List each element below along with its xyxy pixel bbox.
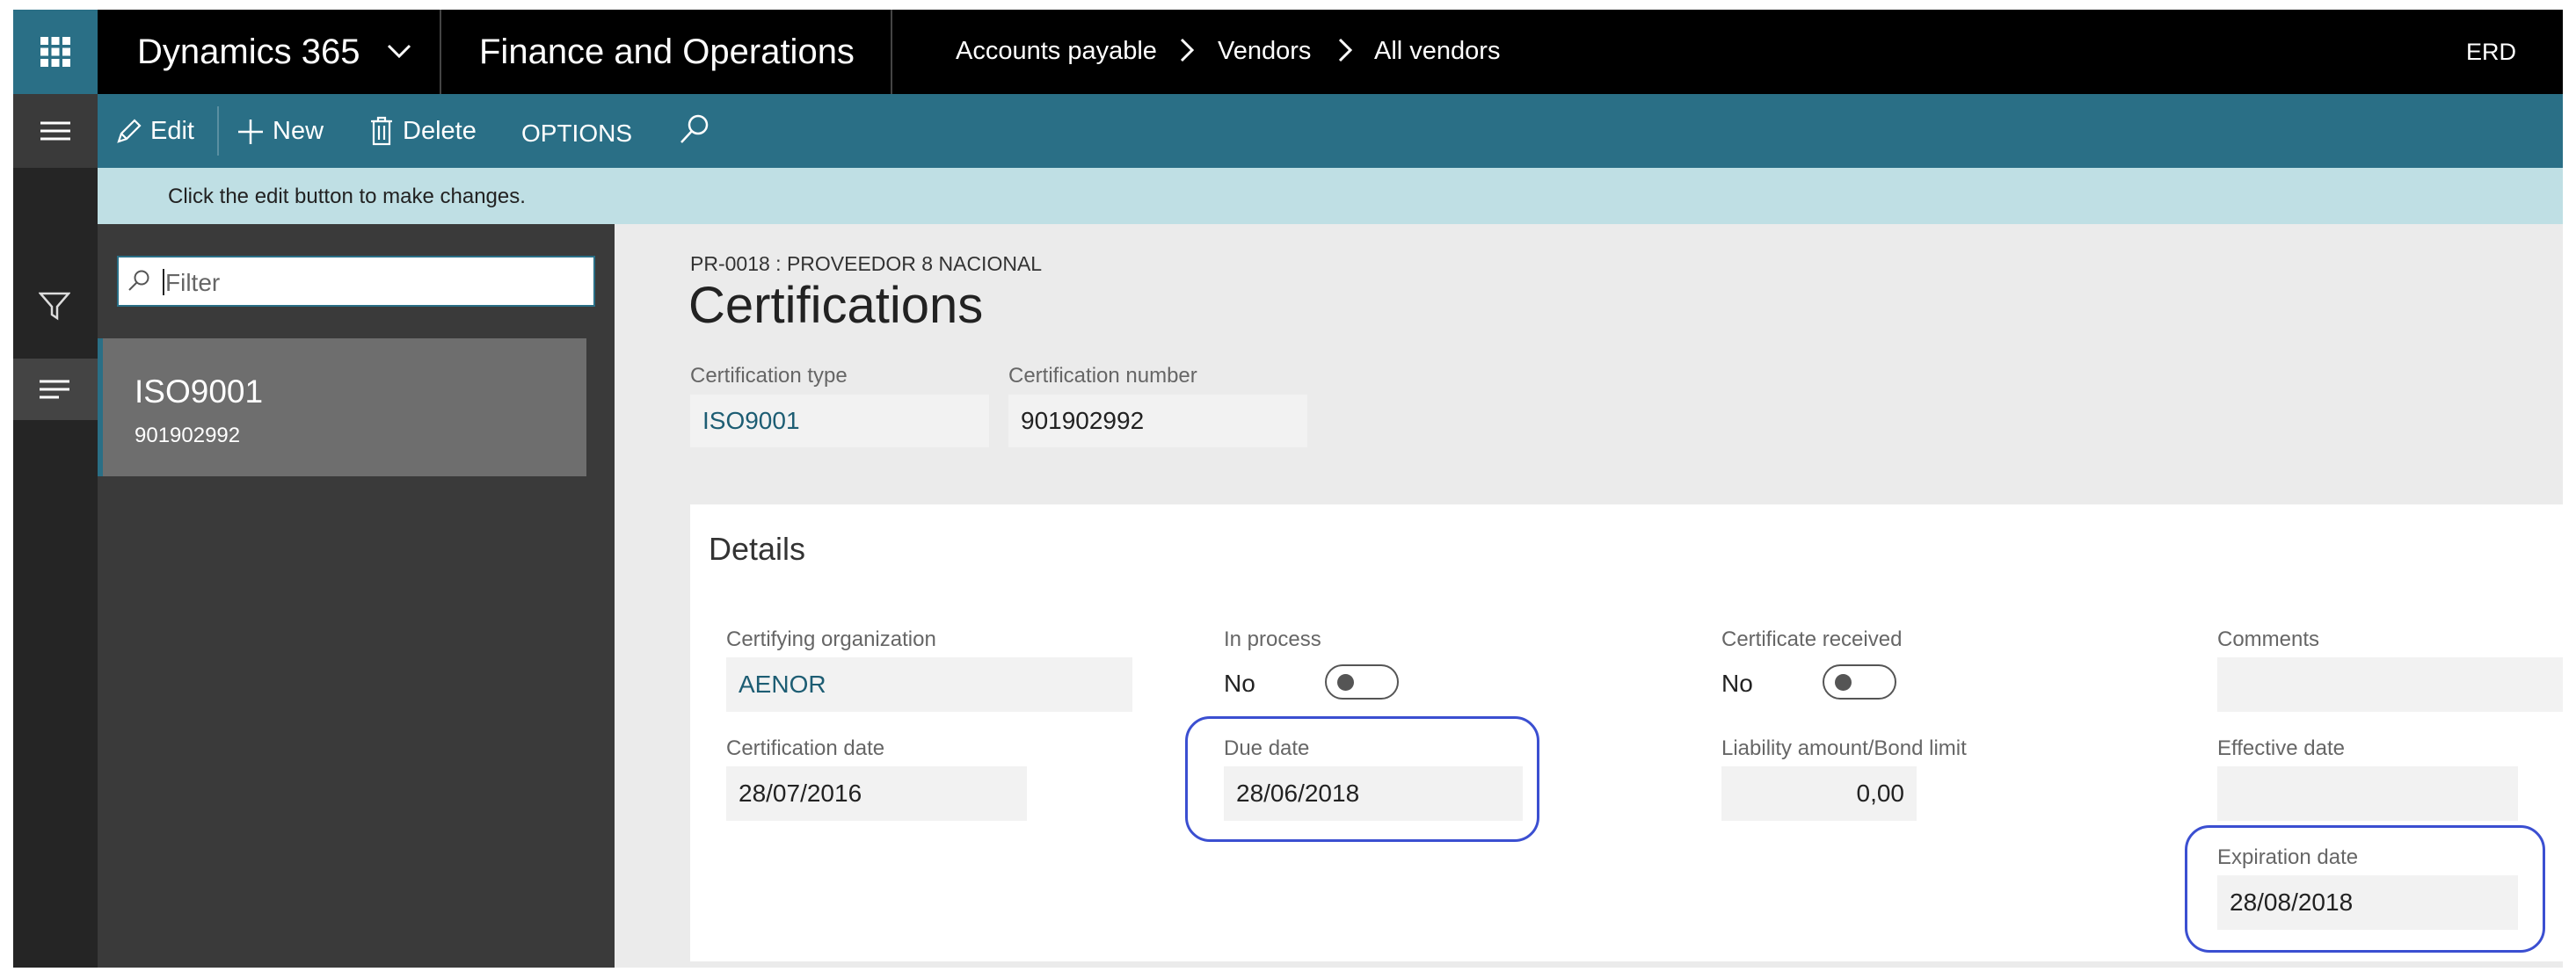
options-tab[interactable]: OPTIONS <box>521 120 632 148</box>
comments-label: Comments <box>2217 627 2320 651</box>
product-switcher[interactable]: Dynamics 365 <box>137 10 427 94</box>
expiration-date-field[interactable]: 28/08/2018 <box>2217 875 2518 930</box>
filter-placeholder: Filter <box>165 269 221 296</box>
in-process-toggle[interactable] <box>1325 664 1399 700</box>
module-name: Finance and Operations <box>479 33 855 71</box>
divider <box>891 10 892 94</box>
hamburger-icon <box>40 121 70 141</box>
navigation-menu-button[interactable] <box>13 94 98 168</box>
certification-type-field[interactable]: ISO9001 <box>690 395 989 447</box>
expiration-date-label: Expiration date <box>2217 845 2359 869</box>
effective-date-field[interactable] <box>2217 766 2518 821</box>
product-name: Dynamics 365 <box>137 33 360 71</box>
divider <box>217 106 219 156</box>
action-pane: Edit New Delete OPTIONS <box>13 94 2563 168</box>
comments-field[interactable] <box>2217 657 2563 712</box>
certification-type-label: Certification type <box>690 364 848 388</box>
chevron-right-icon <box>1338 38 1353 62</box>
trash-icon <box>371 116 392 146</box>
new-button[interactable]: New <box>237 94 343 168</box>
chevron-right-icon <box>1180 38 1195 62</box>
liability-amount-field[interactable]: 0,00 <box>1721 766 1917 821</box>
details-section: Details Certifying organization AENOR Ce… <box>690 504 2563 961</box>
certification-date-field[interactable]: 28/07/2016 <box>726 766 1027 821</box>
top-navigation-bar: Dynamics 365 Finance and Operations Acco… <box>13 10 2563 94</box>
details-heading[interactable]: Details <box>709 531 805 568</box>
edit-label: Edit <box>150 117 194 145</box>
delete-label: Delete <box>403 117 477 145</box>
record-context: PR-0018 : PROVEEDOR 8 NACIONAL <box>690 252 1043 275</box>
list-item-title: ISO9001 <box>135 373 264 410</box>
list-item-subtitle: 901902992 <box>135 424 241 447</box>
left-rail <box>13 168 98 968</box>
funnel-icon[interactable] <box>39 291 70 321</box>
list-item[interactable]: ISO9001 901902992 <box>98 338 586 476</box>
breadcrumb-all-vendors[interactable]: All vendors <box>1374 37 1500 66</box>
waffle-icon <box>40 37 70 67</box>
in-process-label: In process <box>1224 627 1321 651</box>
certification-date-label: Certification date <box>726 736 885 760</box>
pencil-icon <box>117 119 142 143</box>
edit-button[interactable]: Edit <box>115 94 221 168</box>
delete-button[interactable]: Delete <box>369 94 501 168</box>
filter-input[interactable]: Filter <box>117 256 595 307</box>
plus-icon <box>238 120 263 144</box>
certification-number-label: Certification number <box>1008 364 1197 388</box>
breadcrumb-accounts-payable[interactable]: Accounts payable <box>956 37 1157 66</box>
divider <box>440 10 441 94</box>
page-title: Certifications <box>688 277 984 334</box>
text-cursor <box>163 269 164 295</box>
new-label: New <box>273 117 324 145</box>
list-icon <box>40 380 69 399</box>
due-date-label: Due date <box>1224 736 1310 760</box>
list-view-button[interactable] <box>13 359 98 420</box>
search-icon <box>128 270 149 291</box>
search-icon[interactable] <box>679 113 710 145</box>
certificate-received-label: Certificate received <box>1721 627 1903 651</box>
app-launcher-button[interactable] <box>13 10 98 94</box>
certificate-received-toggle[interactable] <box>1823 664 1896 700</box>
liability-amount-label: Liability amount/Bond limit <box>1721 736 1967 760</box>
certifying-organization-label: Certifying organization <box>726 627 936 651</box>
info-message: Click the edit button to make changes. <box>168 185 526 208</box>
list-pane: Filter ISO9001 901902992 <box>98 224 615 968</box>
certificate-received-value: No <box>1721 670 1753 697</box>
company-selector[interactable]: ERD <box>2466 39 2516 66</box>
in-process-value: No <box>1224 670 1255 697</box>
certifying-organization-field[interactable]: AENOR <box>726 657 1132 712</box>
due-date-field[interactable]: 28/06/2018 <box>1224 766 1523 821</box>
certification-number-field[interactable]: 901902992 <box>1008 395 1307 447</box>
effective-date-label: Effective date <box>2217 736 2345 760</box>
chevron-down-icon <box>387 44 411 59</box>
message-bar: Click the edit button to make changes. <box>98 168 2563 224</box>
breadcrumb-vendors[interactable]: Vendors <box>1218 37 1311 66</box>
